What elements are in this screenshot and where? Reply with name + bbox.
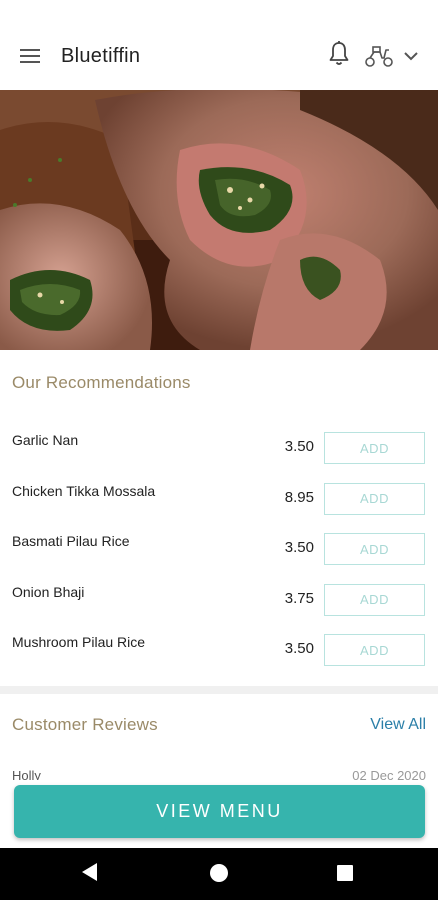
item-price: 8.95 [284, 488, 314, 506]
section-divider [0, 686, 438, 694]
review-item: Holly 02 Dec 2020 [12, 768, 426, 780]
item-name: Basmati Pilau Rice [12, 533, 130, 549]
app-title: Bluetiffin [61, 45, 141, 67]
app-header: Bluetiffin [0, 0, 438, 90]
add-button[interactable]: ADD [324, 533, 425, 565]
recommendation-item: Chicken Tikka Mossala 8.95 ADD [0, 479, 438, 530]
menu-icon[interactable] [20, 49, 40, 65]
review-date: 02 Dec 2020 [352, 768, 426, 780]
view-menu-button[interactable]: VIEW MENU [14, 785, 425, 838]
recommendation-item: Basmati Pilau Rice 3.50 ADD [0, 529, 438, 580]
item-price: 3.50 [284, 539, 314, 556]
chevron-down-icon[interactable] [403, 50, 419, 62]
item-price: 3.50 [284, 438, 314, 455]
item-price: 3.75 [284, 589, 314, 607]
add-button[interactable]: ADD [324, 482, 425, 515]
recent-apps-icon[interactable] [337, 865, 353, 881]
recommendation-item: Garlic Nan 3.50 ADD [0, 428, 438, 479]
recommendations-list: Garlic Nan 3.50 ADD Chicken Tikka Mossal… [0, 428, 438, 681]
back-icon[interactable] [82, 863, 97, 881]
hero-image [0, 90, 438, 350]
item-name: Garlic Nan [12, 432, 79, 448]
add-button[interactable]: ADD [324, 432, 425, 464]
view-all-link[interactable]: View All [370, 716, 426, 734]
item-price: 3.50 [284, 640, 314, 657]
item-name: Onion Bhaji [12, 583, 85, 600]
add-button[interactable]: ADD [324, 583, 425, 616]
add-button[interactable]: ADD [324, 634, 425, 666]
home-icon[interactable] [210, 864, 228, 882]
system-nav-bar [0, 848, 438, 900]
scooter-icon[interactable] [364, 44, 394, 68]
reviews-title: Customer Reviews [12, 715, 158, 734]
recommendation-item: Mushroom Pilau Rice 3.50 ADD [0, 630, 438, 681]
recommendation-item: Onion Bhaji 3.75 ADD [0, 580, 438, 631]
item-name: Chicken Tikka Mossala [12, 482, 156, 499]
bell-icon[interactable] [327, 40, 351, 68]
item-name: Mushroom Pilau Rice [12, 634, 146, 650]
recommendations-title: Our Recommendations [12, 373, 191, 392]
reviewer-name: Holly [12, 768, 41, 780]
